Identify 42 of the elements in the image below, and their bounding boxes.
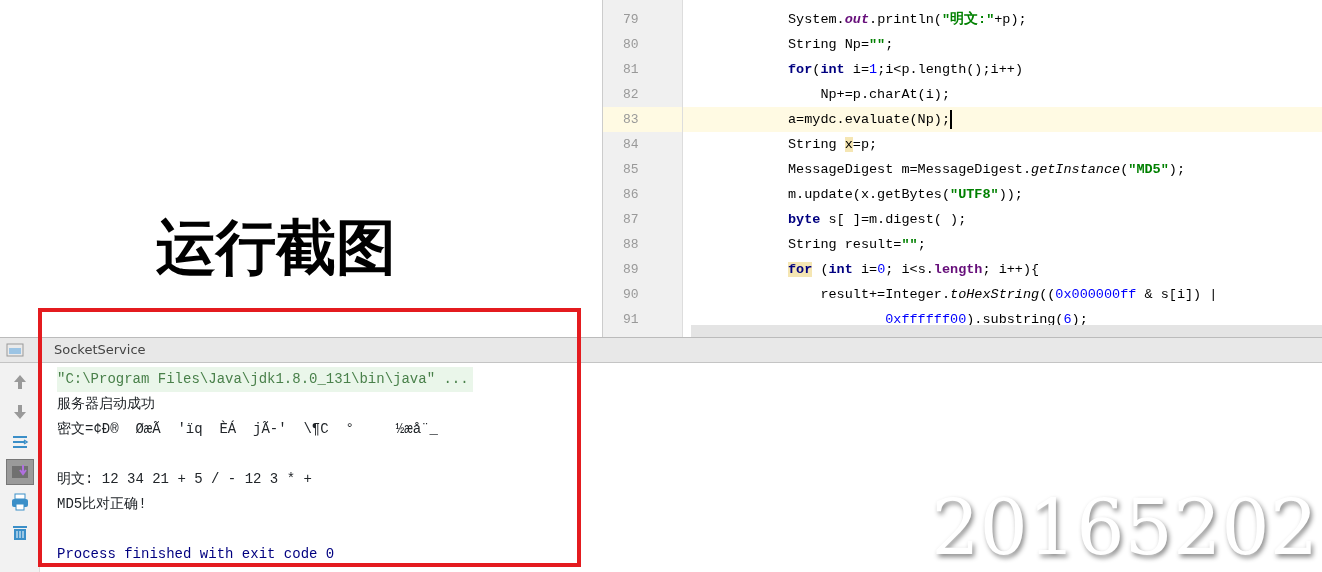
code-line: m.update(x.getBytes("UTF8")); bbox=[788, 187, 1023, 202]
window-icon bbox=[6, 342, 24, 358]
console-output: 服务器启动成功 bbox=[57, 395, 156, 414]
line-number: 79 bbox=[622, 11, 640, 29]
console-output: 密文=¢Ð® ØæÃ 'ïq ÈÁ jÃ-' \¶C ° ½æå¨_ bbox=[57, 419, 439, 439]
line-number: 88 bbox=[622, 236, 640, 254]
code-line: String x=p; bbox=[788, 137, 878, 152]
trash-icon bbox=[10, 523, 29, 541]
code-line: String Np=""; bbox=[788, 37, 894, 52]
line-number: 80 bbox=[622, 36, 640, 54]
code-line: a=mydc.evaluate(Np); bbox=[788, 112, 951, 127]
line-number: 82 bbox=[622, 86, 640, 104]
code-line: 0xffffff00).substring(6); bbox=[884, 312, 1088, 327]
console-output: MD5比对正确! bbox=[57, 495, 148, 514]
line-number: 87 bbox=[622, 211, 640, 229]
wrap-icon bbox=[10, 433, 29, 451]
line-number: 84 bbox=[622, 136, 640, 154]
code-line: System.out.println("明文:"+p); bbox=[788, 12, 1027, 27]
scroll-end-button[interactable] bbox=[5, 459, 34, 485]
console-title[interactable]: SocketService bbox=[54, 340, 146, 360]
code-line: result+=Integer.toHexString((0x000000ff & s[i]) | bbox=[819, 287, 1218, 302]
code-line: String result=""; bbox=[788, 237, 926, 252]
code-line: Np+=p.charAt(i); bbox=[819, 87, 951, 102]
caption-title: 运行截图 bbox=[156, 211, 396, 284]
line-number: 89 bbox=[622, 261, 640, 279]
line-number: 85 bbox=[622, 161, 640, 179]
horizontal-scrollbar[interactable] bbox=[691, 325, 1322, 337]
print-icon bbox=[10, 493, 29, 511]
line-number: 90 bbox=[622, 286, 640, 304]
line-number: 81 bbox=[622, 61, 640, 79]
console-output: 明文: 12 34 21 + 5 / - 12 3 * + bbox=[57, 470, 313, 489]
line-number: 91 bbox=[622, 311, 640, 329]
scroll-end-icon bbox=[10, 463, 29, 481]
code-line: for (int i=0; i<s.length; i++){ bbox=[788, 262, 1040, 277]
id-number-text: 20165202 bbox=[931, 490, 1318, 566]
line-number: 83 bbox=[603, 107, 682, 132]
code-line: byte s[ ]=m.digest( ); bbox=[788, 212, 967, 227]
code-line: MessageDigest m=MessageDigest.getInstance("MD5"); bbox=[788, 162, 1185, 177]
code-line: for(int i=1;i<p.length();i++) bbox=[788, 62, 1023, 77]
text-caret bbox=[950, 109, 953, 129]
line-number: 86 bbox=[622, 186, 640, 204]
exit-message: Process finished with exit code 0 bbox=[57, 545, 336, 564]
